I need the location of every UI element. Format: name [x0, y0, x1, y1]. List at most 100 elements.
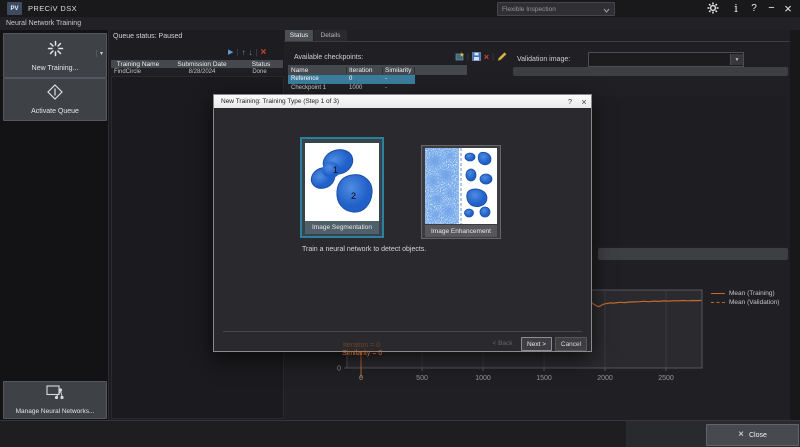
col-training-name: Training Name [111, 61, 165, 68]
activate-queue-button[interactable]: Activate Queue [3, 78, 107, 121]
validation-image-label: Validation image: [517, 56, 570, 63]
move-down-icon[interactable]: ↓ [248, 48, 252, 57]
dialog-description: Train a neural network to detect objects… [302, 246, 426, 253]
legend-entry-validation: Mean (Validation) [711, 299, 779, 306]
help-icon[interactable]: ? [748, 1, 760, 15]
card-label: Image Segmentation [312, 224, 372, 231]
dialog-help-icon[interactable]: ? [563, 96, 577, 107]
resume-queue-icon[interactable]: ▶ [228, 48, 233, 56]
cell-iteration: 0 [347, 76, 383, 82]
col-submission-date: Submission Date [165, 61, 239, 68]
svg-text:0: 0 [337, 366, 341, 373]
col-similarity: Similarity [383, 67, 415, 74]
cell-name: Checkpoint 1 [288, 85, 347, 91]
application-window: PV PRECiV DSX Flexible Inspection i ? − … [0, 0, 800, 447]
cursor-similarity-label: Similarity = 0 [342, 350, 382, 357]
sub-title-bar: Neural Network Training [0, 17, 800, 31]
footer-bar: × Close [0, 420, 800, 447]
manage-networks-button[interactable]: Manage Neural Networks... [3, 381, 107, 419]
activate-queue-label: Activate Queue [31, 108, 79, 115]
cell-iteration: 1000 [347, 85, 383, 91]
title-bar: PV PRECiV DSX Flexible Inspection i ? − … [0, 0, 800, 17]
svg-text:1: 1 [333, 165, 338, 175]
starburst-icon [47, 40, 64, 62]
cell-submission-date: 8/28/2024 [165, 69, 239, 75]
mode-selector-value: Flexible Inspection [502, 6, 556, 13]
queue-toolbar: ▶ | ↑ ↓ | × [228, 46, 266, 58]
cell-similarity: - [383, 76, 413, 82]
iteration-slider-bar[interactable] [598, 248, 788, 260]
cell-name: Reference [288, 76, 347, 82]
tab-status-label: Status [290, 32, 308, 39]
svg-text:1500: 1500 [536, 375, 552, 382]
checkpoint-row-reference[interactable]: Reference 0 - [288, 75, 415, 84]
col-status: Status [239, 61, 283, 68]
svg-text:2500: 2500 [658, 375, 674, 382]
toolbar-divider: | [255, 48, 257, 57]
dashed-line-swatch [711, 302, 725, 303]
save-checkpoint-icon[interactable] [472, 48, 481, 66]
checkpoint-row-1[interactable]: Checkpoint 1 1000 - [288, 84, 415, 93]
info-icon[interactable]: i [730, 1, 742, 15]
dropdown-arrow-icon[interactable]: ▼ [730, 54, 743, 65]
cell-similarity: - [383, 85, 413, 91]
toolbar-divider: | [467, 54, 469, 61]
app-title: PRECiV DSX [28, 4, 77, 13]
queue-status-label: Queue status: Paused [113, 33, 182, 40]
checkpoints-toolbar: | × | [455, 51, 507, 63]
close-x-icon: × [738, 430, 744, 440]
available-checkpoints-label: Available checkpoints: [294, 54, 363, 61]
validation-image-dropdown[interactable]: ▼ [588, 52, 744, 67]
cell-training-name: FindCircle [111, 69, 165, 75]
minimize-icon[interactable]: − [765, 1, 778, 15]
cursor-iteration-label: Iteration = 0 [343, 342, 380, 349]
cancel-button[interactable]: Cancel [555, 337, 587, 351]
delete-training-icon[interactable]: × [261, 47, 267, 58]
page-title: Neural Network Training [6, 20, 81, 27]
settings-gear-icon[interactable] [705, 1, 721, 15]
tab-status[interactable]: Status [285, 30, 313, 41]
dialog-separator [223, 331, 582, 332]
close-button[interactable]: × Close [706, 424, 799, 446]
back-button[interactable]: < Back [489, 337, 516, 349]
edit-checkpoint-icon[interactable] [497, 48, 507, 66]
cancel-button-label: Cancel [561, 341, 581, 348]
new-training-caret-icon[interactable]: ▾ [96, 50, 103, 57]
tab-details[interactable]: Details [314, 30, 347, 41]
dialog-title: New Training: Training Type (Step 1 of 3… [221, 98, 339, 105]
back-button-label: < Back [492, 340, 512, 347]
validation-header-bar [513, 67, 788, 76]
option-image-enhancement[interactable]: Image Enhancement [421, 145, 501, 239]
svg-text:1000: 1000 [475, 375, 491, 382]
mode-selector-dropdown[interactable]: Flexible Inspection [497, 2, 615, 16]
app-logo: PV [7, 2, 22, 15]
option-image-segmentation[interactable]: 1 2 Image Segmentation [300, 137, 384, 238]
svg-text:2000: 2000 [597, 375, 613, 382]
chevron-down-icon [603, 0, 610, 18]
close-button-label: Close [749, 432, 767, 439]
close-window-icon[interactable]: × [781, 1, 795, 15]
new-training-label: New Training... [32, 65, 79, 72]
svg-text:500: 500 [416, 375, 428, 382]
legend-entry-training: Mean (Training) [711, 290, 775, 297]
toolbar-divider: | [492, 54, 494, 61]
col-iteration: Iteration [347, 67, 383, 74]
queue-table-row[interactable]: FindCircle 8/28/2024 Done [111, 68, 283, 76]
cell-status: Done [239, 69, 280, 75]
dialog-close-icon[interactable]: × [577, 96, 591, 107]
card-label-bar: Image Enhancement [425, 225, 497, 237]
card-label: Image Enhancement [431, 228, 491, 235]
card-label-bar: Image Segmentation [305, 221, 379, 234]
add-checkpoint-icon[interactable] [455, 48, 464, 66]
next-button[interactable]: Next > [521, 337, 552, 351]
tab-details-label: Details [321, 32, 341, 39]
diamond-icon [47, 84, 63, 105]
queue-table-header: Training Name Submission Date Status [111, 60, 283, 68]
move-up-icon[interactable]: ↑ [241, 48, 245, 57]
legend-label: Mean (Validation) [729, 299, 779, 306]
solid-line-swatch [711, 293, 725, 294]
tab-divider [284, 41, 790, 42]
new-training-button[interactable]: New Training... ▾ [3, 33, 107, 78]
delete-checkpoint-icon[interactable]: × [484, 53, 489, 62]
right-margin-strip [790, 30, 800, 420]
